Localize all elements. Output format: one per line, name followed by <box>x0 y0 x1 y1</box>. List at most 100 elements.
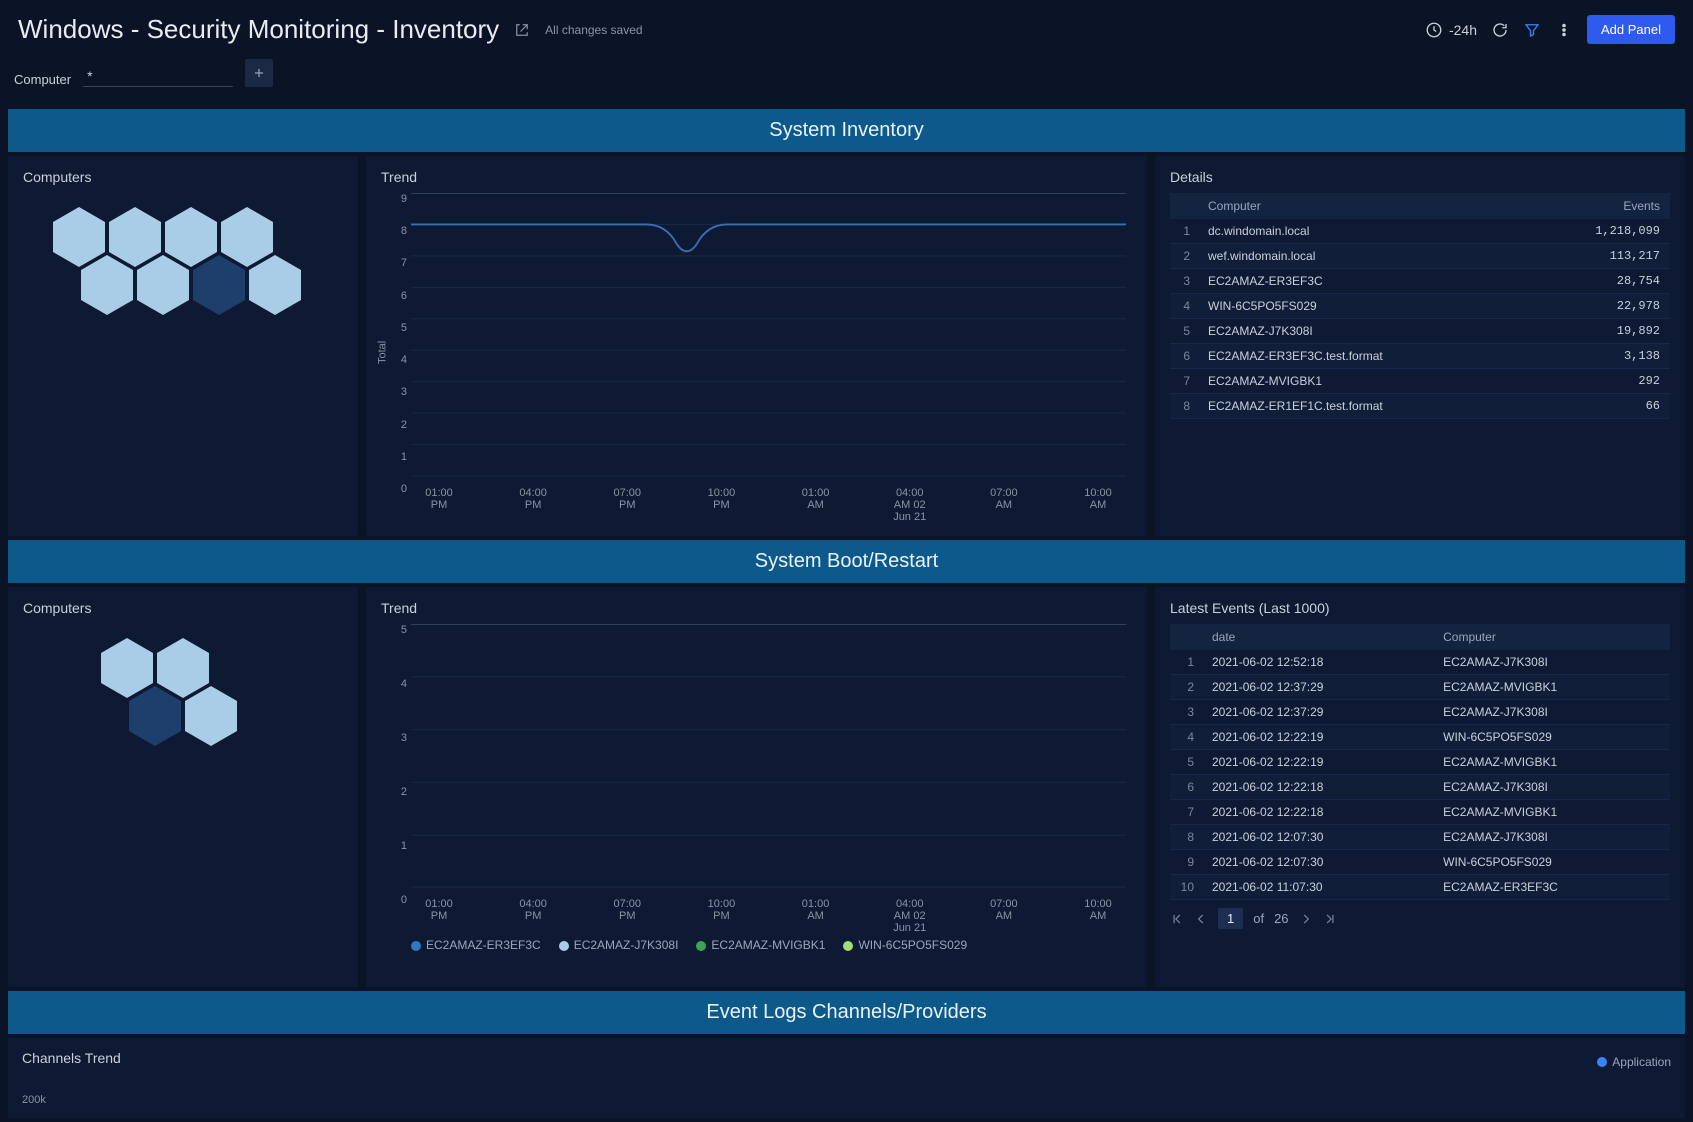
table-row[interactable]: 42021-06-02 12:22:19WIN-6C5PO5FS029 <box>1170 725 1670 750</box>
computer-filter-input[interactable] <box>83 66 233 87</box>
table-row[interactable]: 92021-06-02 12:07:30WIN-6C5PO5FS029 <box>1170 850 1670 875</box>
table-row[interactable]: 6EC2AMAZ-ER3EF3C.test.format3,138 <box>1170 344 1670 369</box>
table-row[interactable]: 82021-06-02 12:07:30EC2AMAZ-J7K308I <box>1170 825 1670 850</box>
add-panel-button[interactable]: Add Panel <box>1587 15 1675 44</box>
bar-column[interactable] <box>867 885 893 888</box>
panel-inv-trend: Trend Total 9876543210 <box>366 156 1147 536</box>
filter-label: Computer <box>14 72 71 87</box>
banner-channels: Event Logs Channels/Providers <box>8 991 1685 1034</box>
col-date[interactable]: date <box>1202 624 1433 650</box>
share-icon[interactable] <box>513 21 531 39</box>
time-range-picker[interactable]: -24h <box>1425 21 1477 39</box>
y-tick: 200k <box>22 1094 1671 1106</box>
stacked-bar-chart-boot[interactable]: 543210 01:00PM04:00PM07:00PM10:00PM 01:0… <box>381 624 1132 934</box>
bar-column[interactable] <box>1094 885 1120 888</box>
table-row[interactable]: 52021-06-02 12:22:19EC2AMAZ-MVIGBK1 <box>1170 750 1670 775</box>
panel-boot-computers: Computers <box>8 587 358 987</box>
bar-column[interactable] <box>469 885 495 888</box>
banner-inventory: System Inventory <box>8 109 1685 152</box>
y-axis: 543210 <box>381 624 407 906</box>
bar-column[interactable] <box>923 885 949 888</box>
col-computer[interactable]: Computer <box>1198 193 1527 219</box>
legend-dot-icon <box>1597 1057 1607 1067</box>
legend-item[interactable]: EC2AMAZ-J7K308I <box>559 938 679 952</box>
table-row[interactable]: 8EC2AMAZ-ER1EF1C.test.format66 <box>1170 394 1670 419</box>
bar-column[interactable] <box>441 886 467 888</box>
bar-column[interactable] <box>696 885 722 888</box>
panel-channels-trend: Channels Trend Application 200k <box>8 1038 1685 1118</box>
table-pager: 1 of 26 <box>1170 908 1670 929</box>
bar-column[interactable] <box>782 886 808 888</box>
pager-first-icon[interactable] <box>1170 912 1184 926</box>
details-table: Computer Events 1dc.windomain.local1,218… <box>1170 193 1670 419</box>
table-row[interactable]: 4WIN-6C5PO5FS02922,978 <box>1170 294 1670 319</box>
panel-title: Channels Trend <box>22 1050 121 1066</box>
panel-inv-details: Details Computer Events 1dc.windomain.lo… <box>1155 156 1685 536</box>
table-row[interactable]: 62021-06-02 12:22:18EC2AMAZ-J7K308I <box>1170 775 1670 800</box>
bar-column[interactable] <box>895 885 921 888</box>
bar-column[interactable] <box>611 885 637 888</box>
y-axis: 9876543210 <box>381 193 407 495</box>
table-row[interactable]: 2wef.windomain.local113,217 <box>1170 244 1670 269</box>
time-range-label: -24h <box>1449 22 1477 38</box>
table-row[interactable]: 102021-06-02 11:07:30EC2AMAZ-ER3EF3C <box>1170 875 1670 900</box>
pager-of: of <box>1253 911 1264 926</box>
bar-column[interactable] <box>583 885 609 888</box>
hex-chart-inventory[interactable] <box>23 193 343 333</box>
x-axis: 01:00PM04:00PM07:00PM10:00PM 01:00AM04:0… <box>411 898 1126 934</box>
table-row[interactable]: 7EC2AMAZ-MVIGBK1292 <box>1170 369 1670 394</box>
dashboard-title: Windows - Security Monitoring - Inventor… <box>18 14 499 45</box>
pager-next-icon[interactable] <box>1299 912 1313 926</box>
bar-column[interactable] <box>725 885 751 888</box>
kebab-icon[interactable] <box>1555 21 1573 39</box>
panel-title: Computers <box>23 169 343 185</box>
dashboard-header: Windows - Security Monitoring - Inventor… <box>0 0 1693 55</box>
hex-chart-boot[interactable] <box>23 624 343 764</box>
bar-column[interactable] <box>640 885 666 888</box>
save-status: All changes saved <box>545 23 642 37</box>
add-filter-button[interactable] <box>245 59 273 87</box>
bar-column[interactable] <box>952 885 978 888</box>
latest-events-table: date Computer 12021-06-02 12:52:18EC2AMA… <box>1170 624 1670 900</box>
col-events[interactable]: Events <box>1527 193 1670 219</box>
legend-item[interactable]: EC2AMAZ-ER3EF3C <box>411 938 541 952</box>
bar-column[interactable] <box>498 886 524 888</box>
panel-title: Details <box>1170 169 1670 185</box>
bar-column[interactable] <box>1037 885 1063 888</box>
table-row[interactable]: 32021-06-02 12:37:29EC2AMAZ-J7K308I <box>1170 700 1670 725</box>
bar-column[interactable] <box>1009 885 1035 888</box>
pager-total: 26 <box>1274 911 1288 926</box>
banner-boot: System Boot/Restart <box>8 540 1685 583</box>
x-axis: 01:00PM04:00PM07:00PM10:00PM 01:00AM04:0… <box>411 487 1126 523</box>
table-row[interactable]: 72021-06-02 12:22:18EC2AMAZ-MVIGBK1 <box>1170 800 1670 825</box>
clock-icon <box>1425 21 1443 39</box>
col-computer[interactable]: Computer <box>1433 624 1670 650</box>
bar-column[interactable] <box>838 885 864 888</box>
chart-legend: EC2AMAZ-ER3EF3C EC2AMAZ-J7K308I EC2AMAZ-MV… <box>381 938 1132 952</box>
bar-column[interactable] <box>753 886 779 888</box>
pager-current[interactable]: 1 <box>1218 908 1243 929</box>
panel-title: Trend <box>381 600 1132 616</box>
table-row[interactable]: 12021-06-02 12:52:18EC2AMAZ-J7K308I <box>1170 650 1670 675</box>
panel-title: Computers <box>23 600 343 616</box>
bar-column[interactable] <box>555 885 581 888</box>
filter-icon[interactable] <box>1523 21 1541 39</box>
panel-boot-trend: Trend 543210 01:00PM04:00PM07:00PM10:00P… <box>366 587 1147 987</box>
pager-prev-icon[interactable] <box>1194 912 1208 926</box>
pager-last-icon[interactable] <box>1323 912 1337 926</box>
table-row[interactable]: 3EC2AMAZ-ER3EF3C28,754 <box>1170 269 1670 294</box>
table-row[interactable]: 22021-06-02 12:37:29EC2AMAZ-MVIGBK1 <box>1170 675 1670 700</box>
panel-title: Latest Events (Last 1000) <box>1170 600 1670 616</box>
line-chart-inventory[interactable]: Total 9876543210 01: <box>381 193 1132 523</box>
bar-column[interactable] <box>980 886 1006 888</box>
legend-item[interactable]: WIN-6C5PO5FS029 <box>843 938 967 952</box>
refresh-icon[interactable] <box>1491 21 1509 39</box>
legend-item[interactable]: EC2AMAZ-MVIGBK1 <box>696 938 825 952</box>
panel-inv-computers: Computers <box>8 156 358 536</box>
bar-column[interactable] <box>668 885 694 888</box>
bar-column[interactable] <box>1065 885 1091 888</box>
table-row[interactable]: 1dc.windomain.local1,218,099 <box>1170 219 1670 244</box>
legend-label: Application <box>1612 1055 1671 1069</box>
table-row[interactable]: 5EC2AMAZ-J7K308I19,892 <box>1170 319 1670 344</box>
bar-column[interactable] <box>526 885 552 888</box>
